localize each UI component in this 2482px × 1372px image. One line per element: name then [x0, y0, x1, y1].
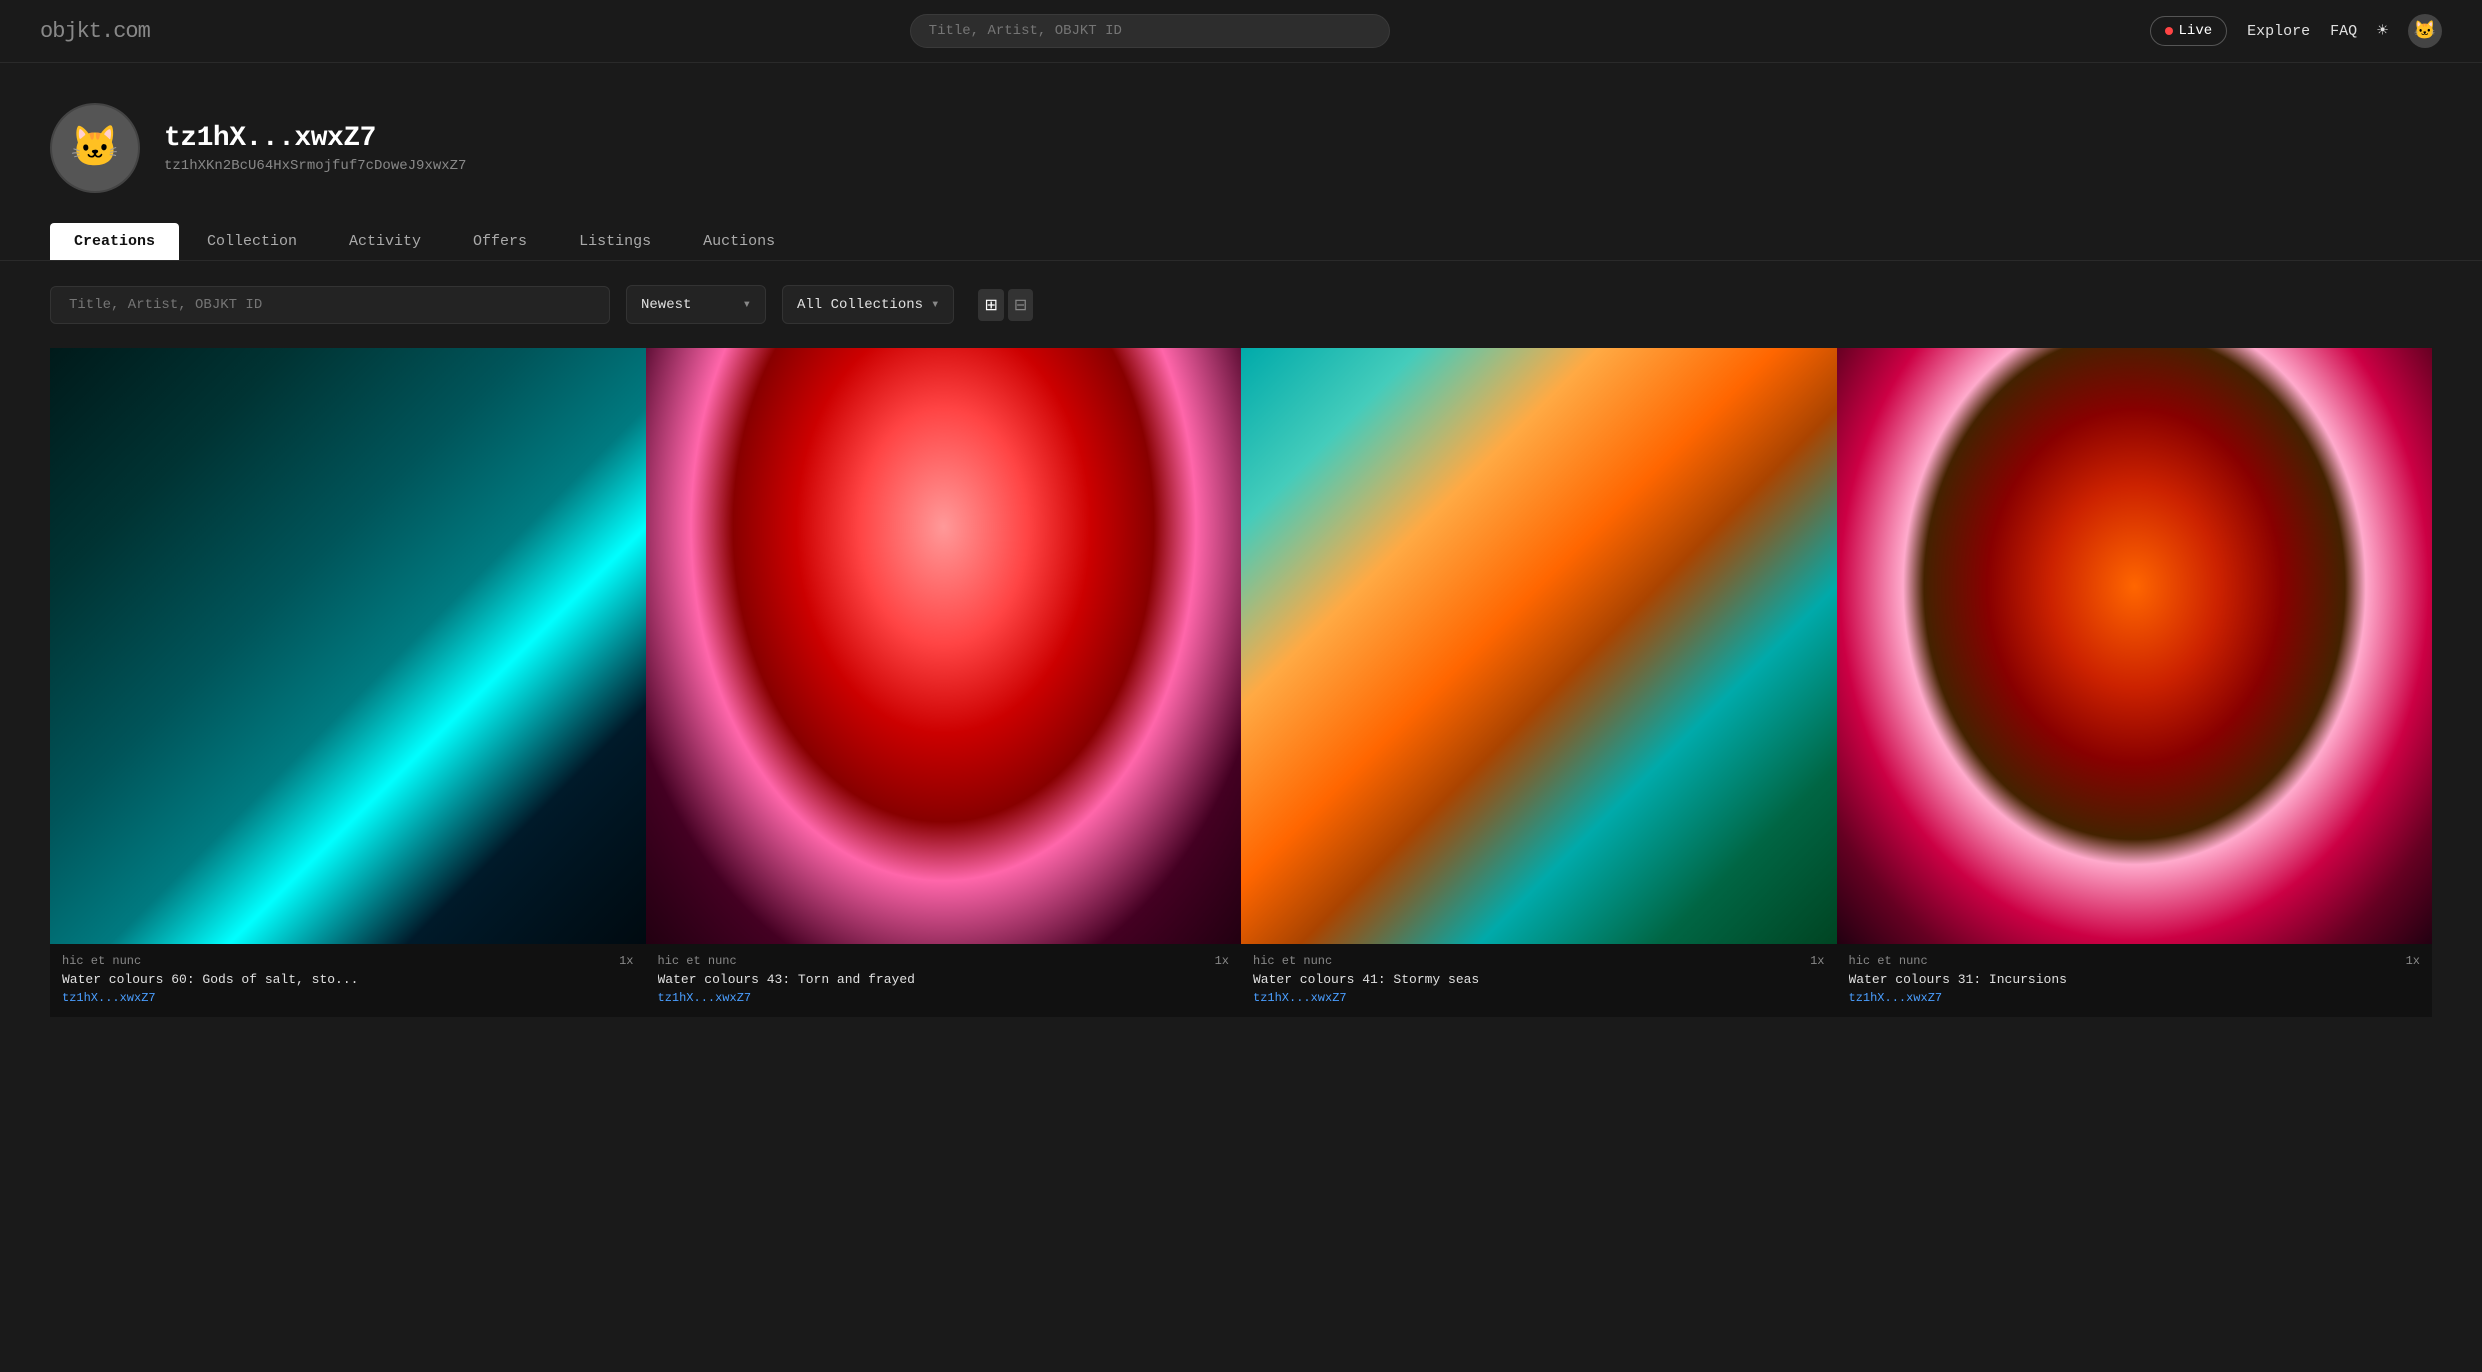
profile-avatar[interactable]: 🐱: [50, 103, 140, 193]
live-button[interactable]: Live: [2150, 16, 2228, 46]
live-label: Live: [2179, 23, 2213, 39]
faq-link[interactable]: FAQ: [2330, 23, 2357, 40]
tab-listings[interactable]: Listings: [555, 223, 675, 260]
art-meta-1: hic et nunc 1x: [658, 954, 1230, 968]
art-title-1: Water colours 43: Torn and frayed: [658, 972, 1230, 987]
header: objkt.com Live Explore FAQ ☀ 🐱: [0, 0, 2482, 63]
collection-dropdown[interactable]: All Collections ▾: [782, 285, 954, 324]
profile-address: tz1hXKn2BcU64HxSrmojfuf7cDoweJ9xwxZ7: [164, 158, 466, 174]
art-collection-1: hic et nunc: [658, 954, 737, 968]
collection-arrow-icon: ▾: [931, 296, 939, 313]
logo[interactable]: objkt.com: [40, 19, 150, 44]
art-artist-1[interactable]: tz1hX...xwxZ7: [658, 991, 1230, 1005]
live-indicator: [2165, 27, 2173, 35]
art-image-2: [1241, 348, 1837, 944]
art-artist-3[interactable]: tz1hX...xwxZ7: [1849, 991, 2421, 1005]
header-search-input[interactable]: [910, 14, 1390, 48]
art-count-2: 1x: [1810, 954, 1824, 968]
art-meta-3: hic et nunc 1x: [1849, 954, 2421, 968]
art-count-3: 1x: [2406, 954, 2420, 968]
art-card-info-1: hic et nunc 1x Water colours 43: Torn an…: [646, 944, 1242, 1017]
collection-label: All Collections: [797, 297, 923, 313]
art-collection-0: hic et nunc: [62, 954, 141, 968]
grid-view-button[interactable]: ⊞: [978, 289, 1003, 321]
header-search[interactable]: [910, 14, 1390, 48]
tab-auctions[interactable]: Auctions: [679, 223, 799, 260]
tab-collection[interactable]: Collection: [183, 223, 321, 260]
user-avatar[interactable]: 🐱: [2408, 14, 2442, 48]
art-count-0: 1x: [619, 954, 633, 968]
art-count-1: 1x: [1215, 954, 1229, 968]
art-card-0[interactable]: hic et nunc 1x Water colours 60: Gods of…: [50, 348, 646, 1017]
art-title-3: Water colours 31: Incursions: [1849, 972, 2421, 987]
art-meta-0: hic et nunc 1x: [62, 954, 634, 968]
profile-section: 🐱 tz1hX...xwxZ7 tz1hXKn2BcU64HxSrmojfuf7…: [0, 63, 2482, 213]
art-image-0: [50, 348, 646, 944]
logo-suffix: .com: [101, 19, 150, 44]
avatar-emoji: 🐱: [2414, 20, 2436, 42]
tab-activity[interactable]: Activity: [325, 223, 445, 260]
filter-search-input[interactable]: [50, 286, 610, 324]
art-card-info-0: hic et nunc 1x Water colours 60: Gods of…: [50, 944, 646, 1017]
tab-offers[interactable]: Offers: [449, 223, 551, 260]
theme-toggle-icon[interactable]: ☀: [2377, 20, 2388, 42]
explore-link[interactable]: Explore: [2247, 23, 2310, 40]
art-card-3[interactable]: hic et nunc 1x Water colours 31: Incursi…: [1837, 348, 2433, 1017]
tabs-nav: Creations Collection Activity Offers Lis…: [0, 213, 2482, 261]
sort-arrow-icon: ▾: [743, 296, 751, 313]
art-artist-0[interactable]: tz1hX...xwxZ7: [62, 991, 634, 1005]
art-collection-3: hic et nunc: [1849, 954, 1928, 968]
logo-main: objkt: [40, 19, 101, 44]
art-artist-2[interactable]: tz1hX...xwxZ7: [1253, 991, 1825, 1005]
tab-creations[interactable]: Creations: [50, 223, 179, 260]
art-title-0: Water colours 60: Gods of salt, sto...: [62, 972, 634, 987]
art-meta-2: hic et nunc 1x: [1253, 954, 1825, 968]
filter-bar: Newest ▾ All Collections ▾ ⊞ ⊟: [0, 261, 2482, 348]
art-image-1: [646, 348, 1242, 944]
list-view-button[interactable]: ⊟: [1008, 289, 1033, 321]
art-card-info-3: hic et nunc 1x Water colours 31: Incursi…: [1837, 944, 2433, 1017]
filter-search[interactable]: [50, 286, 610, 324]
profile-handle: tz1hX...xwxZ7: [164, 123, 466, 154]
art-grid: hic et nunc 1x Water colours 60: Gods of…: [0, 348, 2482, 1017]
profile-avatar-emoji: 🐱: [70, 123, 120, 173]
sort-dropdown[interactable]: Newest ▾: [626, 285, 766, 324]
art-card-1[interactable]: hic et nunc 1x Water colours 43: Torn an…: [646, 348, 1242, 1017]
profile-info: tz1hX...xwxZ7 tz1hXKn2BcU64HxSrmojfuf7cD…: [164, 123, 466, 174]
art-card-info-2: hic et nunc 1x Water colours 41: Stormy …: [1241, 944, 1837, 1017]
art-image-3: [1837, 348, 2433, 944]
art-card-2[interactable]: hic et nunc 1x Water colours 41: Stormy …: [1241, 348, 1837, 1017]
sort-label: Newest: [641, 297, 691, 313]
art-title-2: Water colours 41: Stormy seas: [1253, 972, 1825, 987]
header-nav: Live Explore FAQ ☀ 🐱: [2150, 14, 2442, 48]
grid-toggle: ⊞ ⊟: [978, 289, 1033, 321]
art-collection-2: hic et nunc: [1253, 954, 1332, 968]
